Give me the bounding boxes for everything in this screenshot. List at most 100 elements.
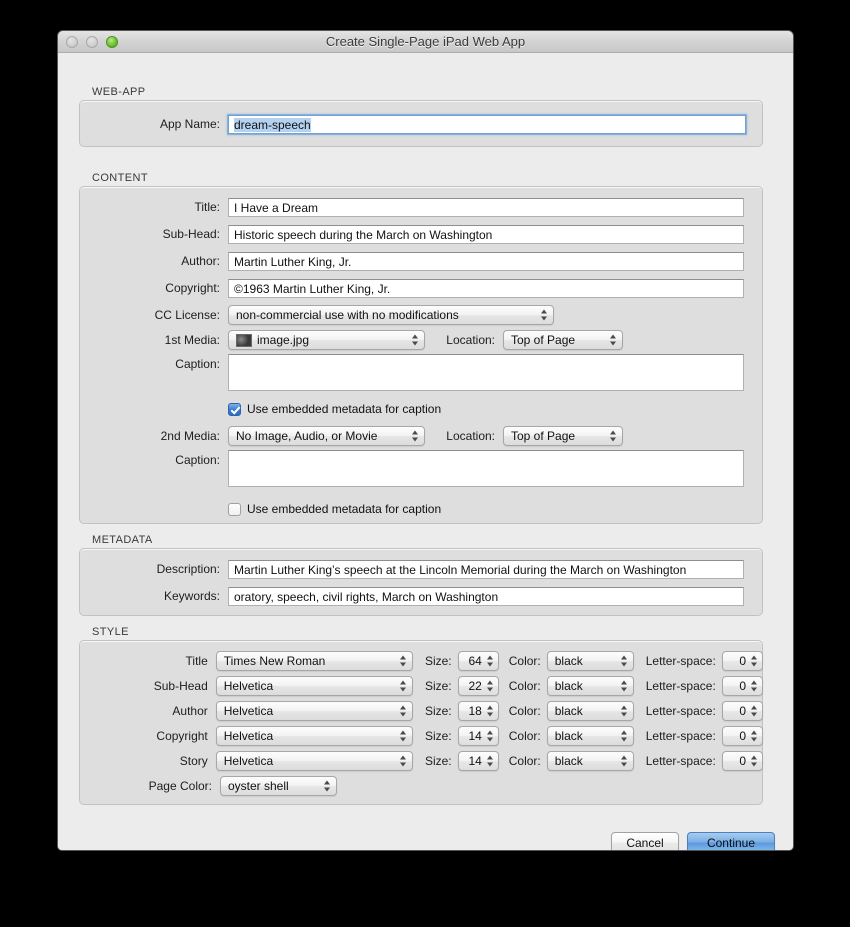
style-subhead-font-popup[interactable]: Helvetica [215, 676, 413, 696]
style-subhead-size-stepper[interactable]: 22 [457, 676, 499, 696]
style-story-size-stepper[interactable]: 14 [457, 751, 499, 771]
style-subhead-letterspace-value: 0 [739, 679, 747, 693]
continue-button[interactable]: Continue [687, 832, 775, 850]
cancel-button[interactable]: Cancel [611, 832, 679, 850]
style-story-color-value: black [554, 754, 583, 768]
style-copyright-size-stepper[interactable]: 14 [457, 726, 499, 746]
style-author-font-value: Helvetica [223, 704, 274, 718]
media1-metadata-checkbox-row[interactable]: Use embedded metadata for caption [228, 402, 441, 416]
style-author-color-popup[interactable]: black [546, 701, 635, 721]
keywords-label: Keywords: [163, 589, 220, 603]
style-author-letterspace-value: 0 [739, 704, 747, 718]
checkbox-unchecked-icon[interactable] [228, 502, 241, 516]
style-title-font-value: Times New Roman [223, 654, 326, 668]
author-row: Author: Martin Luther King, Jr. [79, 248, 763, 274]
style-author-font-popup[interactable]: Helvetica [215, 701, 413, 721]
page-color-value: oyster shell [228, 779, 289, 793]
title-input[interactable]: I Have a Dream [228, 197, 744, 217]
app-name-value: dream-speech [234, 117, 311, 132]
style-story-font-value: Helvetica [223, 754, 274, 768]
style-copyright-font-value: Helvetica [223, 729, 274, 743]
checkbox-checked-icon[interactable] [228, 402, 241, 416]
style-title-font-popup[interactable]: Times New Roman [215, 651, 413, 671]
title-row: Title: I Have a Dream [79, 194, 763, 220]
style-row-story: Story Helvetica Size: 14 Color: black Le… [79, 748, 764, 774]
style-subhead-letterspace-stepper[interactable]: 0 [721, 676, 764, 696]
updown-chevron-icon [621, 680, 628, 693]
style-title-color-label: Color: [508, 654, 541, 668]
media2-caption-input[interactable] [228, 450, 744, 487]
description-row: Description: Martin Luther King’s speech… [79, 556, 763, 582]
cc-license-popup[interactable]: non-commercial use with no modifications [228, 305, 554, 325]
style-copyright-label: Copyright [156, 729, 208, 743]
style-row-title: Title Times New Roman Size: 64 Color: bl… [79, 648, 764, 674]
author-input[interactable]: Martin Luther King, Jr. [228, 251, 744, 271]
updown-chevron-icon [486, 705, 494, 718]
media2-metadata-checkbox-row[interactable]: Use embedded metadata for caption [228, 502, 441, 516]
style-title-size-stepper[interactable]: 64 [457, 651, 499, 671]
media2-popup[interactable]: No Image, Audio, or Movie [228, 426, 425, 446]
style-title-size-label: Size: [424, 654, 452, 668]
subhead-label: Sub-Head: [162, 227, 220, 241]
title-label: Title: [194, 200, 220, 214]
dialog-window: Create Single-Page iPad Web App WEB-APP … [57, 30, 794, 851]
style-copyright-color-popup[interactable]: black [546, 726, 635, 746]
media1-location-popup[interactable]: Top of Page [503, 330, 623, 350]
window-title: Create Single-Page iPad Web App [325, 34, 526, 49]
style-story-label: Story [179, 754, 208, 768]
style-story-letterspace-value: 0 [739, 754, 747, 768]
style-title-letterspace-stepper[interactable]: 0 [721, 651, 764, 671]
style-author-letterspace-stepper[interactable]: 0 [721, 701, 764, 721]
media1-location-value: Top of Page [511, 333, 576, 347]
style-title-letterspace-value: 0 [739, 654, 747, 668]
media2-row: 2nd Media: No Image, Audio, or Movie Loc… [79, 423, 763, 449]
media1-caption-input[interactable] [228, 354, 744, 391]
app-name-label: App Name: [159, 117, 220, 131]
style-group-label: STYLE [92, 626, 129, 638]
style-author-size-label: Size: [424, 704, 452, 718]
style-subhead-color-value: black [554, 679, 583, 693]
style-author-size-stepper[interactable]: 18 [457, 701, 499, 721]
updown-chevron-icon [324, 780, 331, 793]
title-bar[interactable]: Create Single-Page iPad Web App [58, 31, 793, 53]
description-input[interactable]: Martin Luther King’s speech at the Linco… [228, 559, 744, 579]
style-subhead-font-value: Helvetica [223, 679, 274, 693]
updown-chevron-icon [621, 655, 628, 668]
style-copyright-letterspace-stepper[interactable]: 0 [721, 726, 764, 746]
app-name-input[interactable]: dream-speech [227, 113, 747, 135]
updown-chevron-icon [486, 755, 494, 768]
style-story-color-popup[interactable]: black [546, 751, 635, 771]
style-subhead-color-popup[interactable]: black [546, 676, 635, 696]
copyright-row: Copyright: ©1963 Martin Luther King, Jr. [79, 275, 763, 301]
subhead-row: Sub-Head: Historic speech during the Mar… [79, 221, 763, 247]
media2-metadata-checkbox-label: Use embedded metadata for caption [247, 502, 442, 516]
style-author-label: Author [172, 704, 208, 718]
style-story-size-label: Size: [424, 754, 452, 768]
style-title-color-popup[interactable]: black [546, 651, 635, 671]
copyright-input[interactable]: ©1963 Martin Luther King, Jr. [228, 278, 744, 298]
page-color-popup[interactable]: oyster shell [220, 776, 337, 796]
media1-caption-row: Caption: [79, 354, 763, 394]
style-copyright-font-popup[interactable]: Helvetica [215, 726, 413, 746]
description-label: Description: [156, 562, 220, 576]
style-subhead-size-value: 22 [468, 679, 482, 693]
media2-label: 2nd Media: [160, 429, 220, 443]
style-story-font-popup[interactable]: Helvetica [215, 751, 413, 771]
media2-caption-label: Caption: [175, 453, 220, 467]
copyright-label: Copyright: [165, 281, 220, 295]
subhead-input[interactable]: Historic speech during the March on Wash… [228, 224, 744, 244]
style-subhead-label: Sub-Head [153, 679, 208, 693]
keywords-row: Keywords: oratory, speech, civil rights,… [79, 583, 763, 609]
media1-popup[interactable]: image.jpg [228, 330, 425, 350]
media2-location-label: Location: [446, 429, 495, 443]
style-story-letterspace-stepper[interactable]: 0 [721, 751, 764, 771]
media1-metadata-checkbox-label: Use embedded metadata for caption [247, 402, 442, 416]
media2-location-popup[interactable]: Top of Page [503, 426, 623, 446]
style-story-letterspace-label: Letter-space: [645, 754, 716, 768]
keywords-input[interactable]: oratory, speech, civil rights, March on … [228, 586, 744, 606]
updown-chevron-icon [399, 755, 407, 768]
media1-caption-label: Caption: [175, 357, 220, 371]
style-title-letterspace-label: Letter-space: [645, 654, 716, 668]
style-copyright-size-value: 14 [468, 729, 482, 743]
updown-chevron-icon [610, 430, 617, 443]
